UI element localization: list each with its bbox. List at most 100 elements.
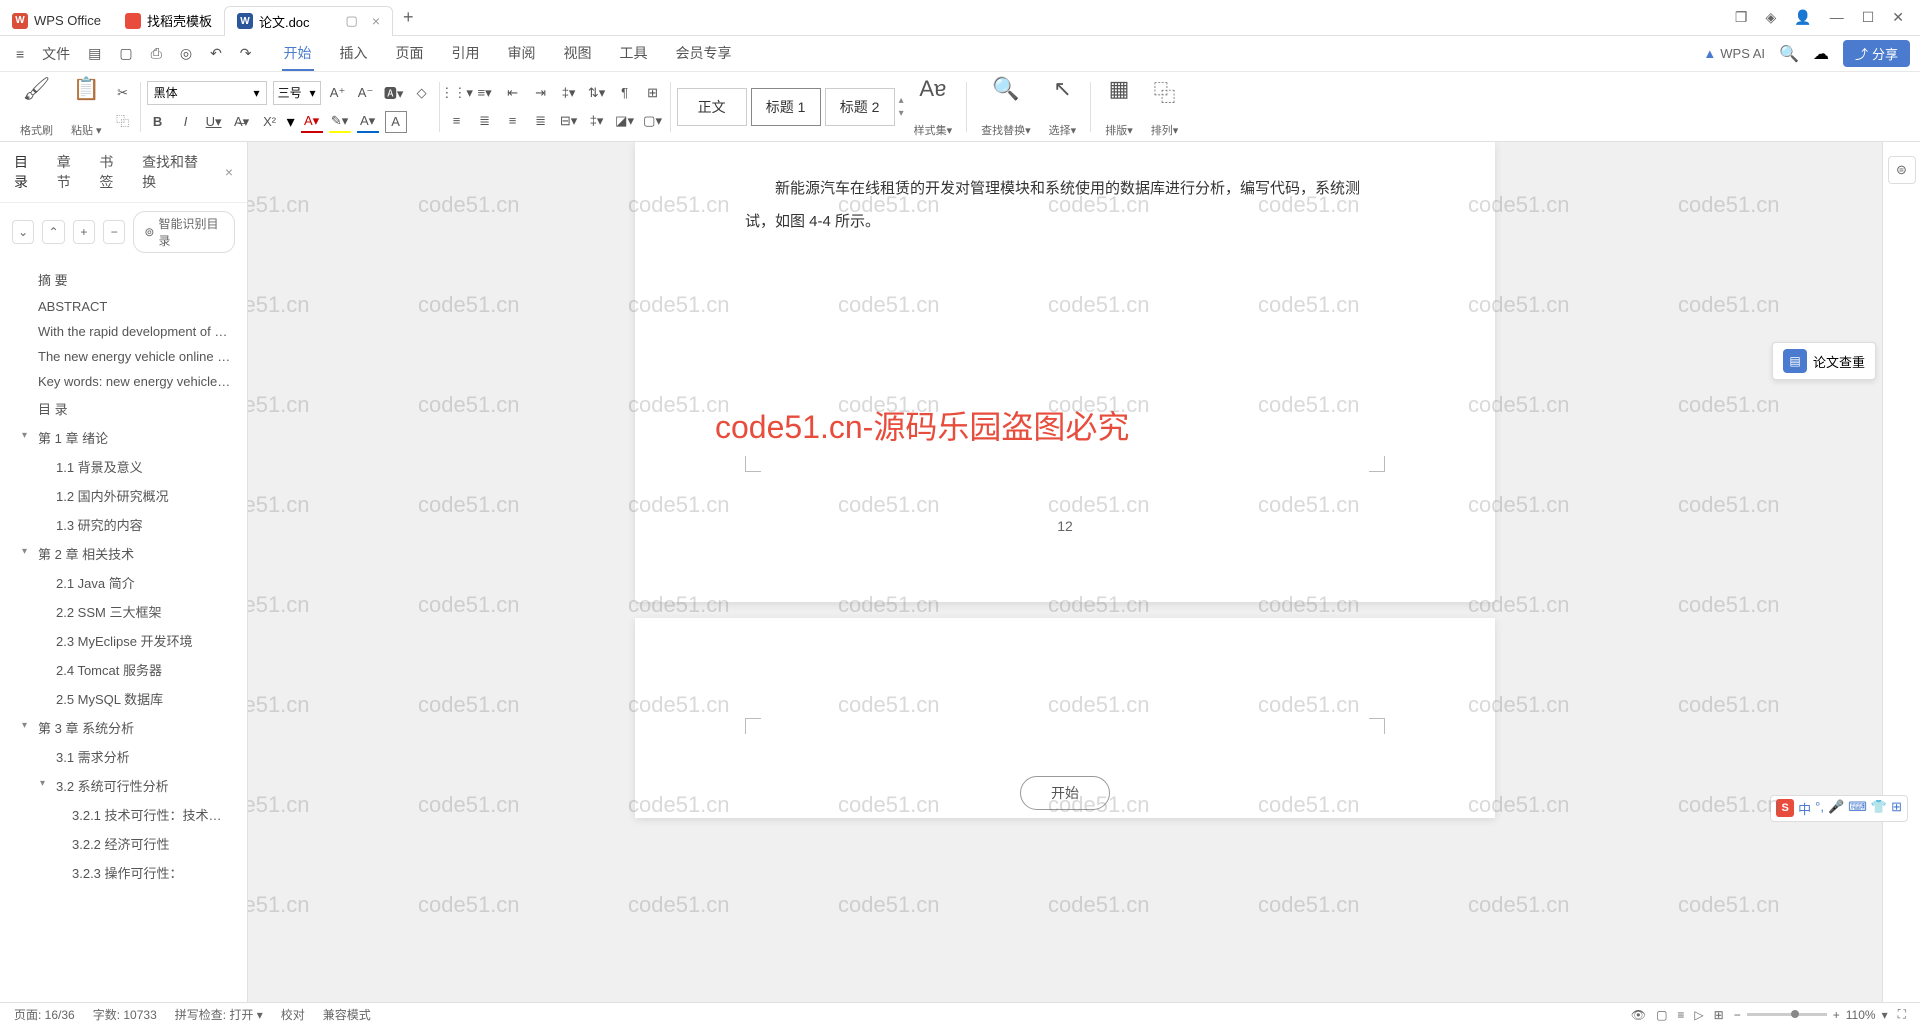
align-justify-icon[interactable]: ≣ [530,110,552,132]
font-name-select[interactable]: 黑体▾ [147,81,267,105]
status-words[interactable]: 字数: 10733 [93,1006,157,1023]
toc-item[interactable]: ▾3.2 系统可行性分析 [0,771,247,800]
style-h1[interactable]: 标题 1 [751,88,821,126]
ime-keyboard-icon[interactable]: ⌨ [1848,799,1867,818]
status-spell[interactable]: 拼写检查: 打开 ▾ [175,1006,263,1023]
sidebar-tab-find[interactable]: 查找和替换 [142,152,209,192]
close-tab-icon[interactable]: × [372,13,380,29]
text-direction-icon[interactable]: ⊞ [642,82,664,104]
strikethrough-button[interactable]: A̶▾ [231,111,253,133]
minimize-icon[interactable]: — [1830,9,1844,26]
style-scroll-down[interactable]: ▾ [899,108,904,119]
expand-icon[interactable]: ▾ [22,720,27,731]
restore-icon[interactable]: ❐ [1735,9,1748,26]
panel-item-1[interactable]: ⊜ [1888,156,1916,184]
sidebar-tab-toc[interactable]: 目录 [14,152,41,192]
highlight-button[interactable]: ✎▾ [329,111,351,133]
italic-button[interactable]: I [175,111,197,133]
toc-item[interactable]: 2.4 Tomcat 服务器 [0,655,247,684]
tabs-icon[interactable]: ‡▾ [586,110,608,132]
expand-icon[interactable]: ▾ [22,546,27,557]
toc-item[interactable]: 1.1 背景及意义 [0,452,247,481]
add-tab-button[interactable]: + [393,7,424,28]
format-brush-group[interactable]: 🖌 格式刷 [12,76,61,138]
view-read-icon[interactable]: ▷ [1694,1008,1703,1022]
ime-toolbar[interactable]: S 中 °, 🎤 ⌨ 👕 ⊞ [1770,795,1908,822]
avatar-icon[interactable]: 👤 [1794,9,1811,26]
tab-tools[interactable]: 工具 [618,37,650,71]
zoom-dropdown-icon[interactable]: ▾ [1882,1008,1888,1022]
zoom-value[interactable]: 110% [1846,1008,1876,1022]
share-button[interactable]: ⤴ 分享 [1843,40,1910,67]
clear-format-icon[interactable]: ◇ [411,82,433,104]
borders-icon[interactable]: ▢▾ [642,110,664,132]
hamburger-icon[interactable]: ≡ [10,42,30,66]
ime-punct-icon[interactable]: °, [1815,799,1824,818]
superscript-button[interactable]: X² [259,111,281,133]
toc-item[interactable]: The new energy vehicle online re… [0,344,247,369]
print-icon[interactable]: ⎙ [145,41,168,66]
toc-item[interactable]: With the rapid development of s… [0,319,247,344]
smart-toc-button[interactable]: ⊚智能识别目录 [133,211,235,253]
align-right-icon[interactable]: ≡ [502,110,524,132]
tab-insert[interactable]: 插入 [338,37,370,71]
arrange-group[interactable]: ⿻ 排列▾ [1143,76,1187,138]
view-eye-icon[interactable]: 👁 [1631,1008,1646,1022]
number-list-icon[interactable]: ≡▾ [474,82,496,104]
collapse-icon[interactable]: ⌄ [12,220,34,244]
view-web-icon[interactable]: ⊞ [1714,1008,1724,1022]
toc-item[interactable]: ▾第 3 章 系统分析 [0,713,247,742]
increase-indent-icon[interactable]: ⇥ [530,82,552,104]
toc-item[interactable]: ▾第 2 章 相关技术 [0,539,247,568]
status-compat[interactable]: 兼容模式 [323,1006,371,1023]
text-box-button[interactable]: A [385,111,407,133]
add-item-icon[interactable]: + [73,220,95,244]
paste-group[interactable]: 📋 粘贴 ▾ [63,76,110,138]
view-page-icon[interactable]: ▢ [1656,1008,1667,1022]
remove-item-icon[interactable]: − [103,220,125,244]
tab-reference[interactable]: 引用 [450,37,482,71]
close-window-icon[interactable]: ✕ [1892,9,1904,26]
folder-icon[interactable]: ▢ [113,41,138,66]
style-set-group[interactable]: Aɐ 样式集▾ [906,76,961,138]
box-icon[interactable]: ◈ [1765,9,1776,26]
cloud-icon[interactable]: ☁ [1813,44,1829,64]
document-tab[interactable]: W 论文.doc ▢ × [224,6,393,36]
template-tab[interactable]: 找稻壳模板 [113,6,224,36]
toc-item[interactable]: 2.5 MySQL 数据库 [0,684,247,713]
underline-button[interactable]: U▾ [203,111,225,133]
close-sidebar-icon[interactable]: × [225,164,233,180]
copy-icon[interactable]: ⿻ [112,110,134,132]
cut-icon[interactable]: ✂ [112,82,134,104]
sidebar-tab-bookmark[interactable]: 书签 [99,152,126,192]
tab-page[interactable]: 页面 [394,37,426,71]
preview-icon[interactable]: ◎ [174,41,198,66]
ime-person-icon[interactable]: 👕 [1871,799,1887,818]
wps-ai-button[interactable]: ▲ WPS AI [1703,46,1765,61]
redo-icon[interactable]: ↷ [234,41,258,66]
toc-item[interactable]: ABSTRACT [0,294,247,319]
status-proof[interactable]: 校对 [281,1006,305,1023]
toc-item[interactable]: ▾第 1 章 绪论 [0,423,247,452]
change-case-icon[interactable]: 🅰▾ [383,82,405,104]
toc-item[interactable]: 2.2 SSM 三大框架 [0,597,247,626]
toc-item[interactable]: 2.1 Java 简介 [0,568,247,597]
file-menu[interactable]: 文件 [36,40,76,68]
toc-item[interactable]: 3.2.2 经济可行性 [0,829,247,858]
zoom-in-icon[interactable]: + [1833,1008,1840,1022]
toc-item[interactable]: 3.2.3 操作可行性： [0,858,247,887]
layout-group[interactable]: ▦ 排版▾ [1097,76,1141,138]
toc-item[interactable]: Key words: new energy vehicle o… [0,369,247,394]
paper-check-button[interactable]: ▤ 论文查重 [1772,342,1876,380]
decrease-indent-icon[interactable]: ⇤ [502,82,524,104]
align-left-icon[interactable]: ≡ [446,110,468,132]
save-icon[interactable]: ▤ [82,41,107,66]
tab-window-icon[interactable]: ▢ [346,13,358,29]
tab-view[interactable]: 视图 [562,37,594,71]
increase-font-icon[interactable]: A⁺ [327,82,349,104]
bullet-list-icon[interactable]: ⋮⋮▾ [446,82,468,104]
fullscreen-icon[interactable]: ⛶ [1898,1007,1906,1022]
tab-review[interactable]: 审阅 [506,37,538,71]
expand-icon[interactable]: ⌃ [42,220,64,244]
font-size-select[interactable]: 三号▾ [273,81,321,105]
